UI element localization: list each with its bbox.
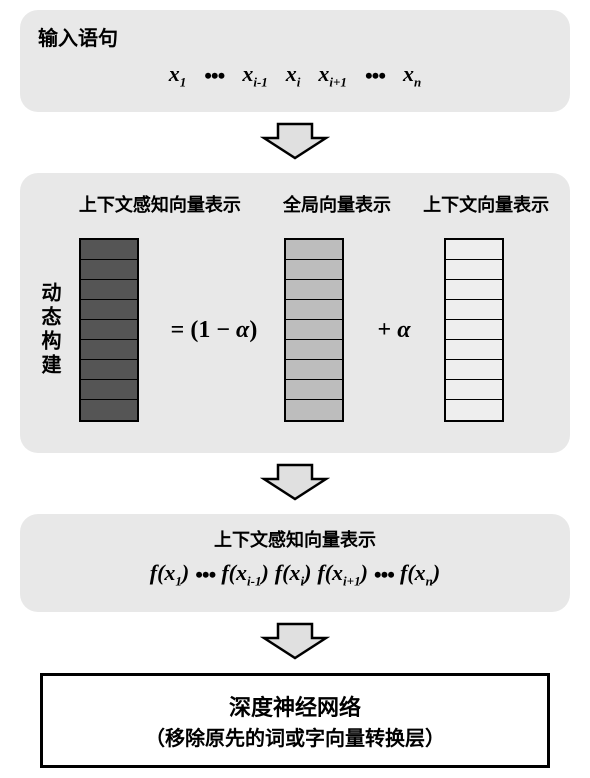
dnn-title: 深度神经网络 [53, 690, 537, 722]
vector-cell [81, 240, 137, 260]
input-sentence-panel: 输入语句 x1 ••• xi-1 xi xi+1 ••• xn [20, 10, 570, 112]
vector-cell [446, 280, 502, 300]
header-ctx-aware: 上下文感知向量表示 [62, 191, 258, 217]
dynamic-construction-panel: 上下文感知向量表示 全局向量表示 上下文向量表示 动态构建 = (1 − α) … [20, 173, 570, 453]
vector-cell [81, 300, 137, 320]
vector-cell [81, 260, 137, 280]
output-sequence-panel: 上下文感知向量表示 f(x1) ••• f(xi-1)f(xi)f(xi+1) •••… [20, 514, 570, 611]
vector-cell [446, 240, 502, 260]
panel3-title: 上下文感知向量表示 [38, 526, 552, 552]
arrow-3 [10, 620, 580, 665]
panel1-title: 输入语句 [38, 22, 552, 51]
vector-cell [286, 340, 342, 360]
ellipsis: ••• [365, 63, 385, 89]
ellipsis: ••• [374, 562, 394, 588]
dnn-subtitle: （移除原先的词或字向量转换层） [53, 722, 537, 751]
op-plus: + α [354, 317, 434, 344]
header-context: 上下文向量表示 [416, 191, 556, 217]
vector-ctx-aware [79, 238, 139, 422]
vector-cell [81, 400, 137, 420]
vector-cell [286, 360, 342, 380]
vector-cell [81, 360, 137, 380]
vector-cell [81, 340, 137, 360]
vector-cell [446, 360, 502, 380]
arrow-1 [10, 120, 580, 165]
output-token: f(xn) [400, 560, 440, 589]
vector-context [444, 238, 504, 422]
ellipsis: ••• [204, 63, 224, 89]
vector-cell [286, 400, 342, 420]
input-token-row: x1 ••• xi-1 xi xi+1 ••• xn [38, 57, 552, 100]
vector-cell [81, 380, 137, 400]
input-token: xi+1 [318, 61, 347, 90]
vector-cell [446, 260, 502, 280]
input-token: xn [403, 61, 421, 90]
vector-cell [286, 300, 342, 320]
output-token: f(xi-1) [221, 560, 268, 589]
output-token: f(xi) [275, 560, 312, 589]
vector-cell [446, 300, 502, 320]
vector-cell [81, 280, 137, 300]
side-label-dynamic: 动态构建 [34, 282, 64, 378]
input-token: xi-1 [242, 61, 267, 90]
vector-cell [446, 340, 502, 360]
output-token: f(x1) [150, 560, 189, 589]
vector-cell [286, 240, 342, 260]
output-token: f(xi+1) [317, 560, 368, 589]
vector-cell [446, 400, 502, 420]
output-token-row: f(x1) ••• f(xi-1)f(xi)f(xi+1) ••• f(xn) [38, 556, 552, 599]
vector-cell [446, 320, 502, 340]
vector-equation-row: 动态构建 = (1 − α) + α [34, 225, 556, 435]
input-token: x1 [169, 61, 187, 90]
input-token: xi [286, 61, 301, 90]
vector-cell [286, 380, 342, 400]
vector-cell [286, 260, 342, 280]
vector-global [284, 238, 344, 422]
arrow-2 [10, 461, 580, 506]
op-equals: = (1 − α) [154, 317, 274, 344]
vector-headers: 上下文感知向量表示 全局向量表示 上下文向量表示 [34, 191, 556, 217]
vector-cell [286, 320, 342, 340]
ellipsis: ••• [195, 562, 215, 588]
header-global: 全局向量表示 [258, 191, 416, 217]
vector-cell [446, 380, 502, 400]
vector-cell [81, 320, 137, 340]
vector-cell [286, 280, 342, 300]
